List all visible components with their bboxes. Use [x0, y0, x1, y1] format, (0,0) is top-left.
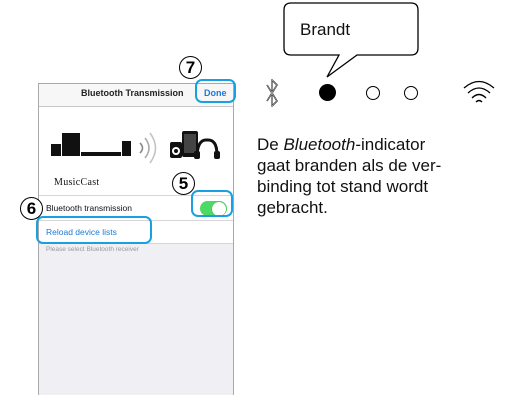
description-line-1: De Bluetooth-indicator — [257, 134, 507, 155]
bt-transmission-label: Bluetooth transmission — [46, 203, 132, 213]
musiccast-logo: MusicCast — [54, 177, 100, 188]
description-line-4: gebracht. — [257, 198, 328, 217]
description-line-2: gaat branden als de ver- — [257, 156, 442, 175]
nav-title: Bluetooth Transmission — [81, 88, 184, 98]
callout-label: Brandt — [300, 20, 351, 39]
description-line-3: binding tot stand wordt — [257, 177, 429, 196]
status-led-off — [366, 86, 380, 100]
step-6-marker: 6 — [20, 197, 43, 220]
description-text: -indicator — [355, 135, 426, 154]
select-receiver-hint: Please select Bluetooth receiver — [46, 246, 139, 251]
description-text: De — [257, 135, 284, 154]
wifi-icon — [463, 80, 495, 103]
description-italic: Bluetooth — [283, 135, 356, 154]
step-7-marker: 7 — [179, 56, 202, 79]
callout-bubble — [283, 2, 419, 78]
done-highlight — [195, 79, 236, 103]
indicator-description: De Bluetooth-indicator gaat branden als … — [257, 134, 507, 218]
bluetooth-icon — [266, 79, 278, 107]
status-led-off — [404, 86, 418, 100]
toggle-highlight — [191, 190, 233, 217]
step-5-marker: 5 — [172, 172, 195, 195]
reload-highlight — [36, 216, 152, 244]
status-led-on — [319, 84, 336, 101]
